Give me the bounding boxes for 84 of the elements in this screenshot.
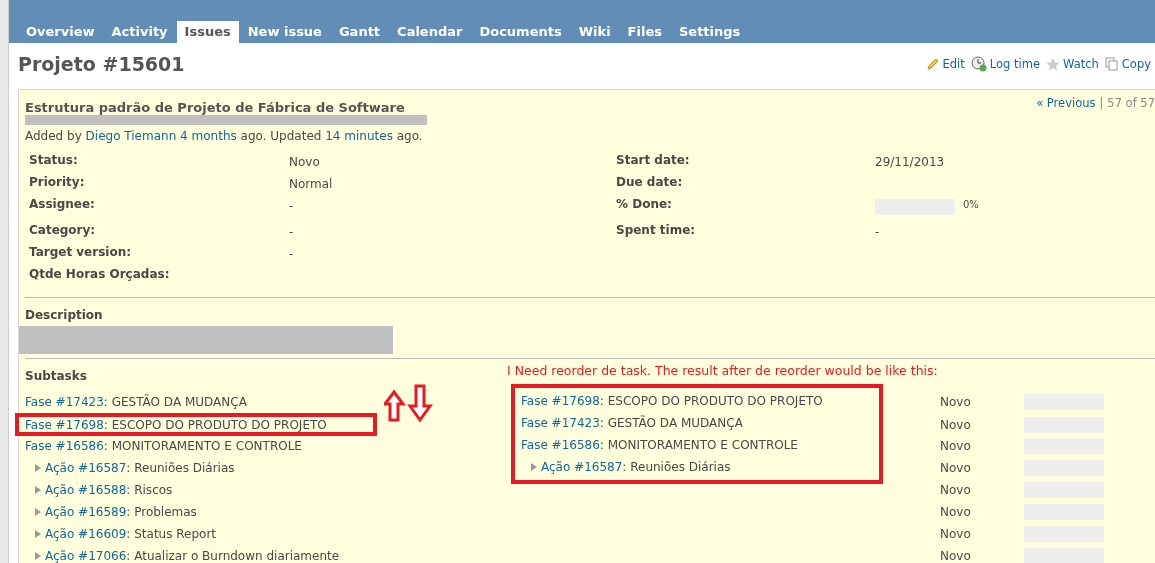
attribute-label: Target version: (29, 245, 133, 261)
subtask-subject: : Status Report (126, 527, 217, 541)
issue-link[interactable]: Fase #17698 (25, 417, 104, 432)
attribute-label: Due date: (616, 175, 683, 189)
attribute-value: Normal (289, 177, 333, 191)
attribute-value: Novo (289, 155, 320, 169)
attribute-label: % Done: (616, 197, 672, 211)
nav-tab[interactable]: Activity (103, 21, 176, 43)
status-text: Novo (940, 395, 972, 409)
expand-triangle-icon[interactable] (35, 486, 41, 494)
description-heading: Description (25, 308, 103, 322)
subtask-subject: : ESCOPO DO PRODUTO DO PROJETO (599, 394, 823, 408)
updated-text: ago. Updated (240, 129, 322, 143)
subtask-subject: : Riscos (126, 483, 173, 497)
updated-link[interactable]: 14 minutes (325, 129, 393, 143)
attribute-label: Assignee: (29, 197, 96, 213)
attribute-label: Start date: (616, 153, 690, 167)
nav-separator: | (1099, 96, 1104, 110)
nav-tab[interactable]: New issue (239, 21, 330, 43)
nav-tab[interactable]: Wiki (570, 21, 619, 43)
annotation-note: I Need reorder de task. The result after de reorder would be like this: (507, 363, 938, 378)
issue-link[interactable]: Ação #16587 (45, 461, 127, 475)
nav-tab[interactable]: Files (619, 21, 670, 43)
attribute-label: Qtde Horas Orçadas: (29, 267, 171, 283)
ago-text: ago. (396, 129, 423, 143)
nav-tab[interactable]: Calendar (389, 21, 471, 43)
subtask-subject: : MONITORAMENTO E CONTROLE (599, 438, 798, 452)
attribute-label: Priority: (29, 175, 86, 191)
attribute-value: - (289, 247, 294, 261)
subtasks-heading: Subtasks (25, 369, 87, 383)
status-text: Novo (940, 417, 972, 432)
nav-tab[interactable]: Settings (670, 21, 749, 43)
clock-icon (970, 56, 987, 72)
nav-tab[interactable]: Gantt (330, 21, 389, 43)
author-link[interactable]: Diego Tiemann (85, 129, 177, 143)
previous-link[interactable]: « Previous (1036, 96, 1096, 110)
action-link[interactable]: Watch (1046, 56, 1099, 72)
issue-link[interactable]: Fase #17698 (521, 394, 600, 408)
nav-tab[interactable]: Overview (18, 21, 103, 43)
action-link[interactable]: Copy (1104, 56, 1151, 72)
subtask-subject: : GESTÃO DA MUDANÇA (103, 395, 247, 409)
subtask-subject: : ESCOPO DO PRODUTO DO PROJETO (103, 417, 327, 432)
expand-triangle-icon[interactable] (35, 530, 41, 538)
percent-text: 0% (963, 199, 979, 210)
attribute-value: - (289, 199, 294, 213)
status-text: Novo (940, 527, 972, 541)
subtask-subject: : GESTÃO DA MUDANÇA (599, 416, 743, 430)
copy-icon (1104, 57, 1119, 71)
issue-title: Projeto #15601 (18, 53, 185, 75)
subtask-subject: : Reuniões Diárias (622, 460, 731, 474)
attribute-value: - (289, 225, 294, 239)
action-link[interactable]: Log time (970, 56, 1040, 72)
nav-tab[interactable]: Issues (176, 21, 239, 43)
author-text: Added by (25, 129, 82, 143)
pencil-icon (925, 57, 940, 71)
action-link[interactable]: Edit (925, 56, 965, 72)
expand-triangle-icon[interactable] (531, 463, 537, 471)
nav-tab[interactable]: Documents (471, 21, 570, 43)
attribute-value: 29/11/2013 (875, 155, 945, 169)
status-text: Novo (940, 439, 972, 453)
attribute-label: Category: (29, 223, 97, 239)
status-text: Novo (940, 505, 972, 519)
issue-subject: Estrutura padrão de Projeto de Fábrica de Software (25, 100, 406, 115)
subtask-subject: : Problemas (126, 505, 197, 519)
issue-link[interactable]: Fase #17423 (25, 395, 104, 409)
subtask-subject: : Reuniões Diárias (126, 461, 235, 475)
expand-triangle-icon[interactable] (35, 552, 41, 560)
status-text: Novo (940, 549, 972, 563)
status-text: Novo (940, 461, 972, 475)
created-link[interactable]: 4 months (180, 129, 237, 143)
issue-link[interactable]: Ação #16587 (541, 460, 623, 474)
attribute-value: - (875, 225, 880, 239)
subtask-subject: : MONITORAMENTO E CONTROLE (103, 439, 302, 453)
attribute-label: Spent time: (616, 223, 696, 237)
issue-link[interactable]: Fase #16586 (521, 438, 600, 452)
position-text: 57 of 57 (1107, 96, 1155, 110)
issue-link[interactable]: Fase #16586 (25, 439, 104, 453)
expand-triangle-icon[interactable] (35, 508, 41, 516)
expand-triangle-icon[interactable] (35, 464, 41, 472)
attribute-label: Status: (29, 153, 79, 169)
status-text: Novo (940, 483, 972, 497)
issue-link[interactable]: Fase #17423 (521, 416, 600, 430)
star-icon (1046, 57, 1060, 71)
subtask-subject: : Atualizar o Burndown diariamente (126, 549, 340, 563)
